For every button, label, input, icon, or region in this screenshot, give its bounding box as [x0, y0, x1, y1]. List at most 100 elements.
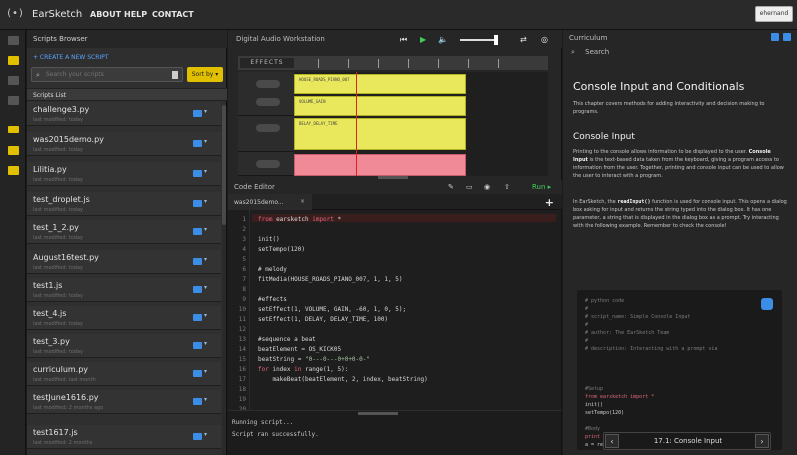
script-name[interactable]: challenge3.py — [33, 105, 89, 114]
chevron-down-icon[interactable]: ▾ — [204, 226, 207, 233]
curriculum-menu-icon[interactable] — [771, 33, 779, 41]
mute-button[interactable] — [256, 160, 280, 168]
script-row[interactable]: test_1_2.py last modified: today ▾ — [27, 220, 221, 244]
beat-clip[interactable] — [294, 154, 466, 176]
editor-tab[interactable]: was2015demo... × — [228, 194, 312, 210]
sounds-icon[interactable] — [8, 56, 19, 65]
playhead[interactable] — [356, 72, 357, 176]
volume-slider-knob[interactable] — [494, 35, 498, 45]
script-row[interactable]: test_3.py last modified: today ▾ — [27, 334, 221, 358]
script-row[interactable]: test1617.js last modified: 2 months ▾ — [27, 425, 221, 449]
chevron-down-icon[interactable]: ▾ — [204, 340, 207, 347]
script-row[interactable]: August16test.py last modified: today ▾ — [27, 250, 221, 274]
script-search[interactable]: ⌕ — [31, 67, 183, 82]
chapter-label[interactable]: 17.1: Console Input — [624, 437, 752, 445]
script-search-input[interactable] — [46, 69, 168, 80]
script-row[interactable]: was2015demo.py last modified: today ▾ — [27, 132, 221, 156]
api-icon[interactable] — [8, 76, 19, 85]
previous-page-button[interactable]: ‹ — [605, 434, 619, 448]
daw-timeline[interactable]: EFFECTS — [238, 56, 548, 70]
clear-search-icon[interactable] — [172, 71, 178, 79]
edit-icon[interactable]: ✎ — [448, 183, 454, 191]
create-script-link[interactable]: + CREATE A NEW SCRIPT — [33, 54, 108, 61]
console-resize-handle[interactable] — [358, 412, 398, 415]
list-icon[interactable] — [8, 126, 19, 133]
script-row[interactable]: testJune1616.py last modified: 2 months a… — [27, 390, 221, 414]
next-page-button[interactable]: › — [755, 434, 769, 448]
audio-clip[interactable]: HOUSE_ROADS_PIANO_007 — [294, 74, 466, 94]
script-name[interactable]: test1617.js — [33, 428, 78, 437]
volume-icon[interactable]: 🔈 — [438, 35, 448, 44]
script-row[interactable]: test1.js last modified: today ▾ — [27, 278, 221, 302]
share-icon[interactable] — [193, 398, 202, 405]
chevron-down-icon[interactable]: ▾ — [204, 198, 207, 205]
share-icon[interactable] — [193, 286, 202, 293]
share-script-icon[interactable]: ⇧ — [504, 183, 510, 191]
run-button[interactable]: Run ▸ — [532, 183, 551, 191]
script-name[interactable]: test_4.js — [33, 309, 66, 318]
loop-icon[interactable]: ⇄ — [520, 35, 527, 44]
chevron-down-icon[interactable]: ▾ — [204, 312, 207, 319]
share-icon[interactable] — [193, 370, 202, 377]
script-name[interactable]: test1.js — [33, 281, 62, 290]
curriculum-search-label[interactable]: Search — [585, 48, 609, 56]
script-name[interactable]: curriculum.py — [33, 365, 88, 374]
copy-code-icon[interactable] — [761, 298, 773, 310]
user-menu-button[interactable]: ehernand — [755, 6, 793, 22]
share-icon[interactable] — [193, 110, 202, 117]
blocks-icon[interactable]: ▭ — [466, 183, 473, 191]
chevron-down-icon[interactable]: ▾ — [204, 168, 207, 175]
volume-slider[interactable] — [460, 35, 498, 45]
script-name[interactable]: test_1_2.py — [33, 223, 79, 232]
language-icon[interactable]: ◉ — [484, 183, 490, 191]
script-name[interactable]: Lilitia.py — [33, 165, 67, 174]
nav-contact-link[interactable]: CONTACT — [152, 10, 194, 19]
earsketch-logo-icon[interactable]: (•) — [6, 8, 24, 19]
script-name[interactable]: August16test.py — [33, 253, 99, 262]
chevron-down-icon[interactable]: ▾ — [204, 431, 207, 438]
chevron-down-icon[interactable]: ▾ — [204, 284, 207, 291]
share-icon[interactable] — [193, 342, 202, 349]
share-icon[interactable] — [193, 314, 202, 321]
chevron-down-icon[interactable]: ▾ — [204, 368, 207, 375]
effect-automation-clip[interactable]: DELAY_DELAY_TIME — [294, 118, 466, 150]
solo-button[interactable] — [256, 98, 280, 106]
share-icon[interactable] — [193, 258, 202, 265]
script-row[interactable]: curriculum.py last modified: last month ▾ — [27, 362, 221, 386]
curriculum-share-icon[interactable] — [783, 33, 791, 41]
play-icon[interactable]: ▶ — [420, 35, 426, 44]
settings-icon[interactable]: ◎ — [541, 35, 548, 44]
script-row[interactable]: test_droplet.js last modified: today ▾ — [27, 192, 221, 216]
script-row[interactable]: test_4.js last modified: today ▾ — [27, 306, 221, 330]
folder-icon[interactable] — [8, 146, 19, 155]
effects-toggle-button[interactable]: EFFECTS — [240, 58, 294, 68]
add-tab-icon[interactable]: + — [545, 196, 554, 209]
share-icon[interactable] — [193, 200, 202, 207]
sort-by-button[interactable]: Sort by ▾ — [187, 67, 223, 82]
share-icon[interactable] — [193, 140, 202, 147]
chevron-down-icon[interactable]: ▾ — [204, 256, 207, 263]
share-icon[interactable] — [193, 433, 202, 440]
mute-button[interactable] — [256, 80, 280, 88]
share-icon[interactable] — [193, 170, 202, 177]
document-icon[interactable] — [8, 166, 19, 175]
script-name[interactable]: test_droplet.js — [33, 195, 90, 204]
nav-help-link[interactable]: HELP — [124, 10, 147, 19]
scrollbar-thumb[interactable] — [222, 105, 226, 225]
scripts-icon[interactable] — [8, 36, 19, 45]
chevron-down-icon[interactable]: ▾ — [204, 396, 207, 403]
scripts-scrollbar[interactable] — [222, 105, 226, 455]
share-icon[interactable] — [8, 96, 19, 105]
brand-name[interactable]: EarSketch — [32, 9, 82, 20]
script-name[interactable]: testJune1616.py — [33, 393, 99, 402]
chevron-down-icon[interactable]: ▾ — [204, 138, 207, 145]
daw-horizontal-scrollbar[interactable] — [378, 176, 408, 179]
code-area[interactable]: from earsketch import * init() setTempo(… — [252, 210, 558, 410]
skip-back-icon[interactable]: ⏮ — [400, 35, 407, 45]
effect-bypass-button[interactable] — [256, 124, 280, 132]
share-icon[interactable] — [193, 228, 202, 235]
curriculum-search[interactable]: ⌕ Search — [571, 48, 789, 62]
chevron-down-icon[interactable]: ▾ — [204, 108, 207, 115]
script-row[interactable]: challenge3.py last modified: today ▾ — [27, 102, 221, 126]
script-name[interactable]: was2015demo.py — [33, 135, 104, 144]
